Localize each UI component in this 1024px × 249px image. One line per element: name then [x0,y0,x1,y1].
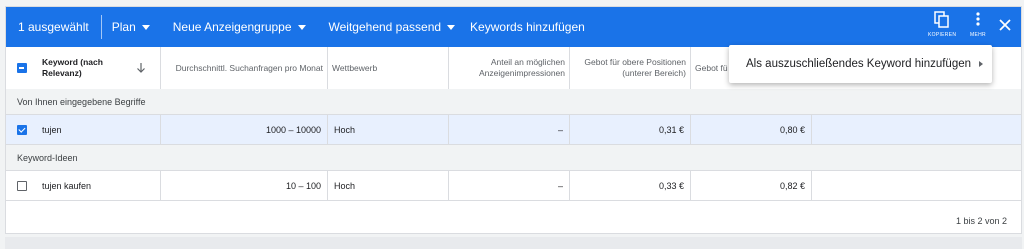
bottom-panel-edge [5,237,1022,249]
keyword-cell: tujen [42,124,62,135]
copy-button[interactable]: KOPIEREN [928,11,956,38]
more-button[interactable]: MEHR [970,11,986,38]
more-label: MEHR [970,32,986,38]
chevron-down-icon [447,25,456,30]
row-checkbox[interactable] [17,124,27,135]
keyword-cell: tujen kaufen [42,180,92,191]
select-all-checkbox[interactable] [17,63,27,73]
plan-dropdown[interactable]: Plan [112,20,150,34]
pagination: 1 bis 2 von 2 [955,216,1007,226]
header-searches[interactable]: Durchschnittl. Suchanfragen pro Monat [161,47,328,89]
chevron-down-icon [297,25,306,30]
selection-toolbar: 1 ausgewählt Plan Neue Anzeigengruppe We… [6,7,1021,47]
keyword-column-title: Keyword (nach Relevanz) [42,57,103,78]
more-menu: Als auszuschließendes Keyword hinzufügen [729,45,992,83]
impression-share-cell: – [449,171,570,200]
header-impression-share[interactable]: Anteil an möglichen Anzeigenimpressionen [449,47,570,89]
header-keyword[interactable]: Keyword (nach Relevanz) [6,47,161,89]
toolbar-divider [100,15,102,39]
copy-icon [934,11,949,28]
bid-low-cell: 0,31 € [570,115,691,144]
add-negative-keyword-menu-item[interactable]: Als auszuschließendes Keyword hinzufügen [746,58,971,70]
competition-cell: Hoch [328,115,449,144]
table-row[interactable]: tujen kaufen 10 – 100 Hoch – 0,33 € 0,82… [6,171,1021,201]
more-vert-icon [976,12,980,26]
searches-cell: 10 – 100 [161,171,328,200]
section-entered-terms: Von Ihnen eingegebene Begriffe [6,89,1021,115]
searches-cell: 1000 – 10000 [161,115,328,144]
row-checkbox[interactable] [17,180,27,191]
arrow-down-icon [137,63,145,73]
chevron-right-icon [979,61,984,67]
section-keyword-ideas: Keyword-Ideen [6,145,1021,171]
bid-high-cell: 0,80 € [691,115,812,144]
copy-label: KOPIEREN [928,32,957,38]
competition-cell: Hoch [328,171,449,200]
chevron-down-icon [141,25,150,30]
impression-share-cell: – [449,115,570,144]
add-keywords-button[interactable]: Keywords hinzufügen [470,20,585,34]
header-competition[interactable]: Wettbewerb [328,47,449,89]
table-row[interactable]: tujen 1000 – 10000 Hoch – 0,31 € 0,80 € [6,115,1021,145]
bid-high-cell: 0,82 € [691,171,812,200]
ad-group-dropdown[interactable]: Neue Anzeigengruppe [173,20,306,34]
header-bid-low[interactable]: Gebot für obere Positionen (unterer Bere… [570,47,691,89]
keyword-planner-panel: 1 ausgewählt Plan Neue Anzeigengruppe We… [5,6,1022,234]
bid-low-cell: 0,33 € [570,171,691,200]
close-icon[interactable] [998,18,1012,32]
match-type-dropdown[interactable]: Weitgehend passend [329,20,456,34]
selected-count: 1 ausgewählt [18,20,89,34]
